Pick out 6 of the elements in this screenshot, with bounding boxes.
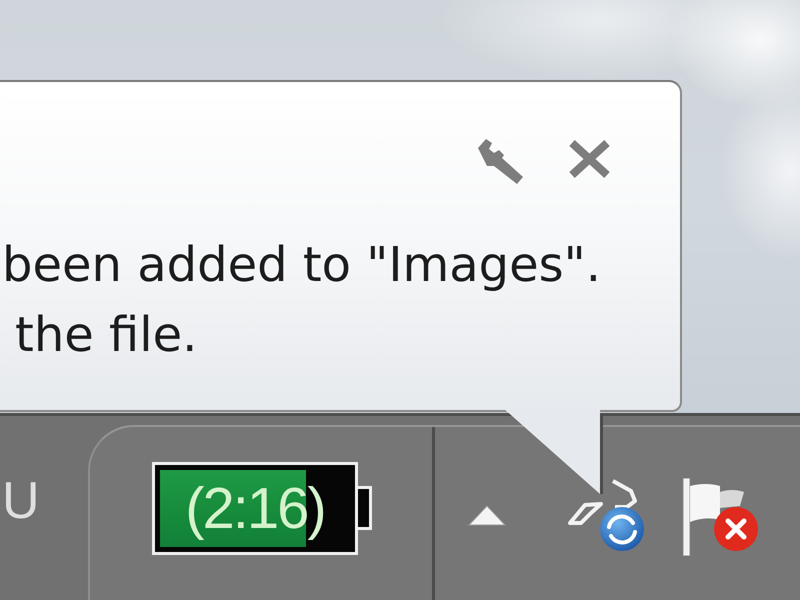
message-text: the file. (15, 306, 198, 365)
sync-icon[interactable] (565, 476, 647, 552)
taskbar-text: U (2, 473, 40, 529)
close-icon[interactable] (567, 139, 612, 179)
message-text: been added to "Images". (2, 236, 602, 295)
caret-up-icon[interactable] (467, 502, 507, 526)
